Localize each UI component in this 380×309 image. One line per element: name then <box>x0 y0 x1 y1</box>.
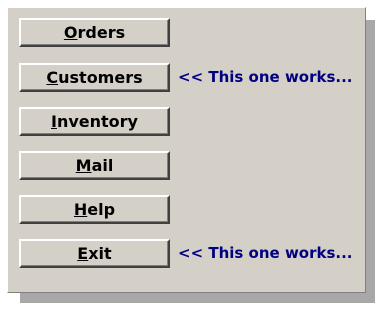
orders-label-rest: rders <box>77 23 126 42</box>
exit-note: << This one works... <box>178 244 353 262</box>
exit-accel: E <box>77 244 89 263</box>
dialog-stage: Orders Customers << This one works... In… <box>0 0 380 309</box>
orders-button[interactable]: Orders <box>19 18 170 47</box>
mail-label-rest: ail <box>91 156 114 175</box>
customers-accel: C <box>46 68 59 87</box>
mail-button[interactable]: Mail <box>19 151 170 180</box>
mail-accel: M <box>75 156 92 175</box>
customers-label-rest: ustomers <box>58 68 143 87</box>
help-accel: H <box>73 200 88 219</box>
exit-label-rest: xit <box>88 244 112 263</box>
help-label-rest: elp <box>87 200 116 219</box>
customers-note: << This one works... <box>178 68 353 86</box>
customers-button[interactable]: Customers <box>19 63 170 92</box>
help-button[interactable]: Help <box>19 195 170 224</box>
inventory-button[interactable]: Inventory <box>19 107 170 136</box>
exit-button[interactable]: Exit <box>19 239 170 268</box>
orders-accel: O <box>63 23 78 42</box>
inventory-label-rest: nventory <box>56 112 138 131</box>
menu-window: Orders Customers << This one works... In… <box>7 7 366 293</box>
